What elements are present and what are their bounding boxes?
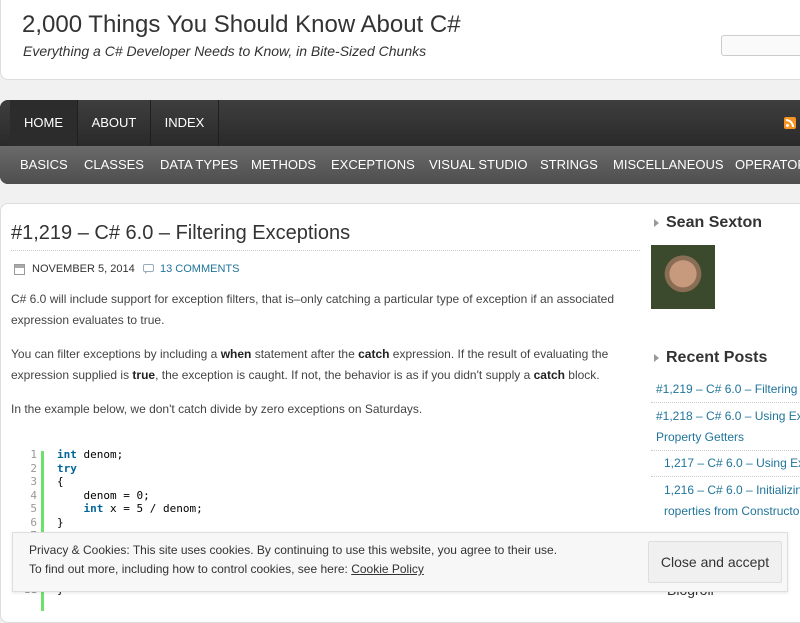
search-input[interactable] bbox=[721, 35, 800, 56]
code-text: { bbox=[57, 475, 64, 488]
line-number: 3 bbox=[30, 475, 37, 488]
main-navigation: HOME ABOUT INDEX BASICS CLASSES DATA TYP… bbox=[0, 100, 800, 184]
line-number: 1 bbox=[30, 448, 37, 461]
text-span: block. bbox=[564, 368, 600, 382]
code-keyword: int bbox=[57, 502, 104, 515]
post-title[interactable]: #1,219 – C# 6.0 – Filtering Exceptions bbox=[11, 222, 350, 245]
cat-basics[interactable]: BASICS bbox=[20, 146, 68, 184]
line-number: 6 bbox=[30, 515, 37, 529]
category-menu: BASICS CLASSES DATA TYPES METHODS EXCEPT… bbox=[0, 146, 800, 184]
line-number: 2 bbox=[30, 461, 37, 475]
cat-classes[interactable]: CLASSES bbox=[84, 146, 144, 184]
cookie-message: Privacy & Cookies: This site uses cookie… bbox=[29, 543, 558, 557]
text-span: , the exception is caught. If not, the b… bbox=[155, 368, 534, 382]
recent-post-link[interactable]: Property Getters bbox=[656, 427, 800, 448]
cat-operators[interactable]: OPERATORS bbox=[735, 146, 800, 184]
code-line: } bbox=[57, 516, 203, 530]
code-line: int denom; bbox=[57, 448, 203, 462]
bullet-icon bbox=[654, 353, 659, 362]
cookie-control-label: To find out more, including how to contr… bbox=[29, 562, 352, 576]
code-text: denom = 0; bbox=[57, 488, 150, 502]
title-divider bbox=[11, 250, 640, 251]
widget-title-author: Sean Sexton bbox=[654, 214, 762, 232]
widget-title-recent-posts: Recent Posts bbox=[654, 349, 767, 367]
sidebar-divider bbox=[651, 450, 800, 451]
code-line: denom = 0; bbox=[57, 489, 203, 503]
widget-title-text: Recent Posts bbox=[666, 349, 768, 366]
cookie-banner: Privacy & Cookies: This site uses cookie… bbox=[12, 532, 788, 592]
code-text: } bbox=[57, 515, 64, 529]
primary-menu: HOME ABOUT INDEX bbox=[0, 100, 800, 146]
rss-icon[interactable] bbox=[784, 117, 796, 129]
keyword-catch: catch bbox=[358, 347, 390, 361]
site-header: 2,000 Things You Should Know About C# Ev… bbox=[0, 0, 800, 80]
code-text: x = 5 / denom; bbox=[103, 502, 203, 515]
cat-exceptions[interactable]: EXCEPTIONS bbox=[331, 146, 415, 184]
recent-post-link[interactable]: 1,216 – C# 6.0 – Initializin bbox=[664, 480, 800, 501]
recent-post-link[interactable]: 1,217 – C# 6.0 – Using Ex bbox=[664, 453, 800, 474]
nav-index[interactable]: INDEX bbox=[151, 100, 219, 146]
post-paragraph-1: C# 6.0 will include support for exceptio… bbox=[11, 292, 614, 327]
cat-visual-studio[interactable]: VISUAL STUDIO bbox=[429, 146, 527, 184]
text-span: statement after the bbox=[251, 347, 359, 361]
comment-icon bbox=[143, 264, 154, 274]
post-paragraph-2: You can filter exceptions by including a… bbox=[11, 344, 631, 386]
line-number: 5 bbox=[30, 502, 37, 515]
author-avatar[interactable] bbox=[651, 245, 715, 309]
line-number: 4 bbox=[30, 488, 37, 502]
recent-post-link[interactable]: roperties from Constructo bbox=[664, 501, 800, 522]
recent-post-link[interactable]: #1,218 – C# 6.0 – Using Ex bbox=[656, 406, 800, 427]
keyword-true: true bbox=[132, 368, 156, 382]
cat-strings[interactable]: STRINGS bbox=[540, 146, 598, 184]
sidebar-divider bbox=[651, 402, 800, 403]
cat-miscellaneous[interactable]: MISCELLANEOUS bbox=[613, 146, 724, 184]
recent-post-link[interactable]: #1,219 – C# 6.0 – Filtering bbox=[656, 379, 800, 400]
text-span: You can filter exceptions by including a bbox=[11, 347, 221, 361]
close-and-accept-button[interactable]: Close and accept bbox=[648, 541, 782, 583]
code-keyword: try bbox=[57, 461, 77, 475]
cookie-policy-link[interactable]: Cookie Policy bbox=[351, 562, 424, 576]
code-line: { bbox=[57, 475, 203, 489]
cookie-control-text: To find out more, including how to contr… bbox=[29, 562, 424, 576]
cat-methods[interactable]: METHODS bbox=[251, 146, 316, 184]
widget-title-text: Sean Sexton bbox=[666, 214, 763, 231]
calendar-icon bbox=[14, 264, 25, 275]
code-text: denom; bbox=[76, 448, 124, 461]
site-description: Everything a C# Developer Needs to Know,… bbox=[23, 43, 427, 59]
post-date[interactable]: NOVEMBER 5, 2014 bbox=[32, 263, 135, 275]
nav-about[interactable]: ABOUT bbox=[78, 100, 151, 146]
code-line: int x = 5 / denom; bbox=[57, 502, 203, 516]
keyword-when: when bbox=[220, 347, 252, 361]
comments-link[interactable]: 13 COMMENTS bbox=[160, 263, 239, 275]
keyword-catch: catch bbox=[533, 368, 565, 382]
code-line: try bbox=[57, 462, 203, 476]
post-paragraph-3: In the example below, we don't catch div… bbox=[11, 402, 423, 416]
site-title[interactable]: 2,000 Things You Should Know About C# bbox=[22, 11, 461, 39]
cat-data-types[interactable]: DATA TYPES bbox=[160, 146, 238, 184]
nav-home[interactable]: HOME bbox=[10, 100, 78, 146]
bullet-icon bbox=[654, 218, 659, 227]
code-keyword: int bbox=[57, 448, 77, 461]
sidebar-divider bbox=[651, 476, 800, 477]
